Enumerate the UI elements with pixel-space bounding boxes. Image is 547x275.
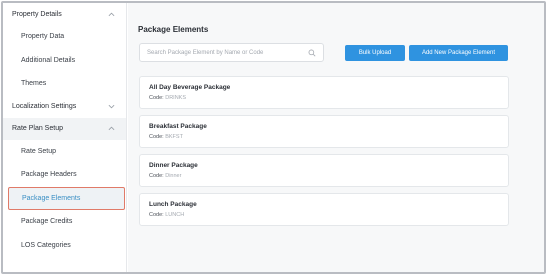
sidebar-item-package-credits[interactable]: Package Credits [3, 210, 126, 234]
sidebar-item-label: Package Headers [21, 171, 77, 179]
sidebar-item-los-categories[interactable]: LOS Categories [3, 234, 126, 258]
code-label: Code: [149, 212, 164, 218]
sidebar-item-package-headers[interactable]: Package Headers [3, 163, 126, 187]
package-element-list: All Day Beverage Package Code: DRINKS Br… [139, 76, 509, 232]
section-label: Rate Plan Setup [12, 125, 63, 132]
chevron-up-icon [106, 9, 116, 19]
code-value: Dinner [165, 173, 182, 179]
main-content: Package Elements Search Package Element … [128, 3, 544, 272]
section-localization-settings[interactable]: Localization Settings [3, 96, 126, 118]
section-property-details[interactable]: Property Details [3, 3, 126, 25]
search-input[interactable]: Search Package Element by Name or Code [139, 43, 324, 62]
search-icon[interactable] [308, 49, 316, 57]
package-element-code: Code: DRINKS [149, 95, 499, 102]
code-label: Code: [149, 173, 164, 179]
sidebar-item-label: Property Data [21, 33, 65, 41]
package-element-card[interactable]: All Day Beverage Package Code: DRINKS [139, 76, 509, 109]
sidebar-item-property-data[interactable]: Property Data [3, 25, 126, 49]
sidebar-item-rate-setup[interactable]: Rate Setup [3, 140, 126, 164]
code-value: LUNCH [165, 212, 185, 218]
page-title: Package Elements [138, 25, 209, 34]
package-element-card[interactable]: Lunch Package Code: LUNCH [139, 193, 509, 226]
package-element-name: Dinner Package [149, 162, 198, 169]
package-element-code: Code: Dinner [149, 173, 499, 180]
app-window: Property Details Property Data Additiona… [1, 1, 546, 274]
code-label: Code: [149, 95, 164, 101]
chevron-up-icon [106, 124, 116, 134]
package-element-name: All Day Beverage Package [149, 84, 231, 91]
sidebar-item-label: Additional Details [21, 56, 76, 64]
sidebar-item-package-elements[interactable]: Package Elements [8, 186, 125, 210]
sidebar-item-label: Themes [21, 80, 47, 88]
package-element-code: Code: BKFST [149, 134, 499, 141]
chevron-down-icon [106, 102, 116, 112]
section-label: Property Details [12, 10, 62, 18]
sidebar: Property Details Property Data Additiona… [3, 3, 127, 272]
package-element-card[interactable]: Breakfast Package Code: BKFST [139, 115, 509, 148]
sidebar-item-additional-details[interactable]: Additional Details [3, 49, 126, 73]
section-rate-plan-setup[interactable]: Rate Plan Setup [3, 117, 126, 140]
code-label: Code: [149, 134, 164, 140]
package-element-code: Code: LUNCH [149, 212, 499, 219]
package-element-name: Lunch Package [149, 201, 197, 208]
code-value: BKFST [165, 134, 183, 140]
sidebar-item-label: Package Elements [22, 194, 81, 202]
code-value: DRINKS [165, 95, 186, 101]
sidebar-item-label: Rate Setup [21, 147, 57, 155]
package-element-name: Breakfast Package [149, 123, 207, 130]
sidebar-item-themes[interactable]: Themes [3, 72, 126, 96]
search-placeholder: Search Package Element by Name or Code [147, 49, 264, 56]
section-label: Localization Settings [12, 103, 77, 110]
package-element-card[interactable]: Dinner Package Code: Dinner [139, 154, 509, 187]
bulk-upload-button[interactable]: Bulk Upload [345, 45, 405, 61]
sidebar-item-label: Package Credits [21, 218, 73, 226]
add-package-element-button[interactable]: Add New Package Element [409, 45, 508, 61]
sidebar-item-label: LOS Categories [21, 241, 71, 249]
